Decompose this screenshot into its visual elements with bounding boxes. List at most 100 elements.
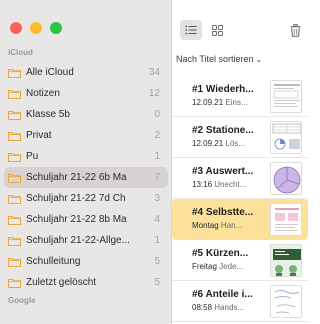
folder-item[interactable]: Pu 1 bbox=[4, 146, 168, 167]
folder-list: Alle iCloud 34 Notizen 12 Klasse 5b 0 Pr… bbox=[0, 62, 172, 293]
note-title: #4 Selbstte... bbox=[192, 207, 254, 218]
note-item[interactable]: #1 Wiederh... 12.09.21 Eins... bbox=[172, 76, 308, 117]
folder-icon bbox=[8, 216, 21, 225]
folder-item[interactable]: Notizen 12 bbox=[4, 83, 168, 104]
note-item[interactable]: #6 Anteile i... 08:58 Hands... bbox=[172, 281, 308, 322]
folder-icon bbox=[8, 237, 21, 246]
folder-icon bbox=[8, 132, 21, 141]
note-title: #5 Kürzen... bbox=[192, 248, 249, 259]
delete-note-button[interactable] bbox=[284, 20, 306, 40]
note-date: 12.09.21 bbox=[192, 139, 224, 148]
note-title: #1 Wiederh... bbox=[192, 84, 254, 95]
trash-icon bbox=[290, 23, 300, 37]
chevron-down-icon: ⌄ bbox=[255, 55, 263, 64]
note-meta: Freitag Jede... bbox=[192, 262, 264, 271]
note-preview: Jede... bbox=[219, 262, 244, 271]
zoom-window-button[interactable] bbox=[50, 22, 62, 34]
note-thumbnail bbox=[270, 80, 302, 113]
folder-item[interactable]: Schulleitung 5 bbox=[4, 251, 168, 272]
folder-item[interactable]: Schuljahr 21-22 7d Ch 3 bbox=[4, 188, 168, 209]
note-meta: 08:58 Hands... bbox=[192, 303, 264, 312]
note-date: Montag bbox=[192, 221, 219, 230]
folder-count: 1 bbox=[154, 235, 160, 246]
note-thumbnail bbox=[270, 121, 302, 154]
folder-count: 5 bbox=[154, 256, 160, 267]
note-preview: Eins... bbox=[225, 98, 248, 107]
note-preview: Lös... bbox=[225, 139, 245, 148]
grid-icon bbox=[211, 24, 223, 36]
note-preview: Unecht... bbox=[214, 180, 247, 189]
folder-name: Schuljahr 21-22-Allge... bbox=[26, 235, 130, 246]
close-window-button[interactable] bbox=[10, 22, 22, 34]
folder-item[interactable]: Schuljahr 21-22 8b Ma 4 bbox=[4, 209, 168, 230]
folder-item[interactable]: Alle iCloud 34 bbox=[4, 62, 168, 83]
folder-name: Privat bbox=[26, 130, 52, 141]
folder-name: Klasse 5b bbox=[26, 109, 70, 120]
folder-name: Schuljahr 21-22 8b Ma bbox=[26, 214, 127, 225]
folder-name: Schuljahr 21-22 7d Ch bbox=[26, 193, 126, 204]
folder-icon bbox=[8, 174, 21, 183]
section-label-google: Google bbox=[8, 296, 36, 305]
folder-name: Alle iCloud bbox=[26, 67, 74, 78]
note-thumbnail bbox=[270, 285, 302, 318]
note-meta: Montag Han... bbox=[192, 221, 264, 230]
folder-name: Pu bbox=[26, 151, 39, 162]
note-list-pane: Nach Titel sortieren ⌄ #1 Wiederh... 12.0… bbox=[172, 0, 308, 324]
sort-label: Nach Titel sortieren bbox=[176, 54, 254, 64]
folder-count: 34 bbox=[148, 67, 160, 78]
note-date: 08:58 bbox=[192, 303, 213, 312]
note-meta: 13:16 Unecht... bbox=[192, 180, 264, 189]
note-title: #2 Statione... bbox=[192, 125, 254, 136]
folder-count: 1 bbox=[154, 151, 160, 162]
folder-item[interactable]: Zuletzt gelöscht 5 bbox=[4, 272, 168, 293]
window-controls bbox=[10, 22, 62, 34]
folder-count: 0 bbox=[154, 109, 160, 120]
folder-icon bbox=[8, 279, 21, 288]
note-item[interactable]: #3 Auswert... 13:16 Unecht... bbox=[172, 158, 308, 199]
note-title: #6 Anteile i... bbox=[192, 289, 253, 300]
folder-count: 5 bbox=[154, 277, 160, 288]
folder-icon bbox=[8, 111, 21, 120]
note-item[interactable]: #2 Statione... 12.09.21 Lös... bbox=[172, 117, 308, 158]
folder-name: Schulleitung bbox=[26, 256, 81, 267]
folder-name: Zuletzt gelöscht bbox=[26, 277, 97, 288]
list-view-button[interactable] bbox=[180, 20, 202, 40]
note-thumbnail bbox=[270, 244, 302, 277]
minimize-window-button[interactable] bbox=[30, 22, 42, 34]
note-meta: 12.09.21 Lös... bbox=[192, 139, 264, 148]
folder-icon bbox=[8, 69, 21, 78]
note-list: #1 Wiederh... 12.09.21 Eins... #2 Statio… bbox=[172, 76, 308, 322]
toolbar bbox=[172, 0, 308, 42]
folder-item[interactable]: Klasse 5b 0 bbox=[4, 104, 168, 125]
folder-name: Notizen bbox=[26, 88, 60, 99]
gallery-view-button[interactable] bbox=[206, 20, 228, 40]
folder-count: 2 bbox=[154, 130, 160, 141]
folder-icon bbox=[8, 195, 21, 204]
note-preview: Hands... bbox=[214, 303, 245, 312]
note-thumbnail bbox=[270, 203, 302, 236]
sort-menu[interactable]: Nach Titel sortieren ⌄ bbox=[176, 54, 262, 64]
note-date: Freitag bbox=[192, 262, 217, 271]
folder-count: 3 bbox=[154, 193, 160, 204]
folder-icon bbox=[8, 90, 21, 99]
note-thumbnail bbox=[270, 162, 302, 195]
note-preview: Han... bbox=[220, 221, 243, 230]
note-item[interactable]: #5 Kürzen... Freitag Jede... bbox=[172, 240, 308, 281]
folder-item-selected[interactable]: Schuljahr 21-22 6b Ma 7 bbox=[4, 167, 168, 188]
note-meta: 12.09.21 Eins... bbox=[192, 98, 264, 107]
list-icon bbox=[185, 25, 197, 35]
folder-icon bbox=[8, 258, 21, 267]
note-date: 12.09.21 bbox=[192, 98, 224, 107]
note-item-selected[interactable]: #4 Selbstte... Montag Han... bbox=[172, 199, 308, 240]
note-title: #3 Auswert... bbox=[192, 166, 254, 177]
note-date: 13:16 bbox=[192, 180, 213, 189]
section-label-icloud: iCloud bbox=[8, 48, 33, 57]
folder-count: 12 bbox=[148, 88, 160, 99]
folder-count: 4 bbox=[154, 214, 160, 225]
folder-item[interactable]: Privat 2 bbox=[4, 125, 168, 146]
folder-icon bbox=[8, 153, 21, 162]
folder-name: Schuljahr 21-22 6b Ma bbox=[26, 172, 127, 183]
folder-count: 7 bbox=[154, 172, 160, 183]
notes-window: iCloud Alle iCloud 34 Notizen 12 Klasse … bbox=[0, 0, 308, 324]
folder-item[interactable]: Schuljahr 21-22-Allge... 1 bbox=[4, 230, 168, 251]
